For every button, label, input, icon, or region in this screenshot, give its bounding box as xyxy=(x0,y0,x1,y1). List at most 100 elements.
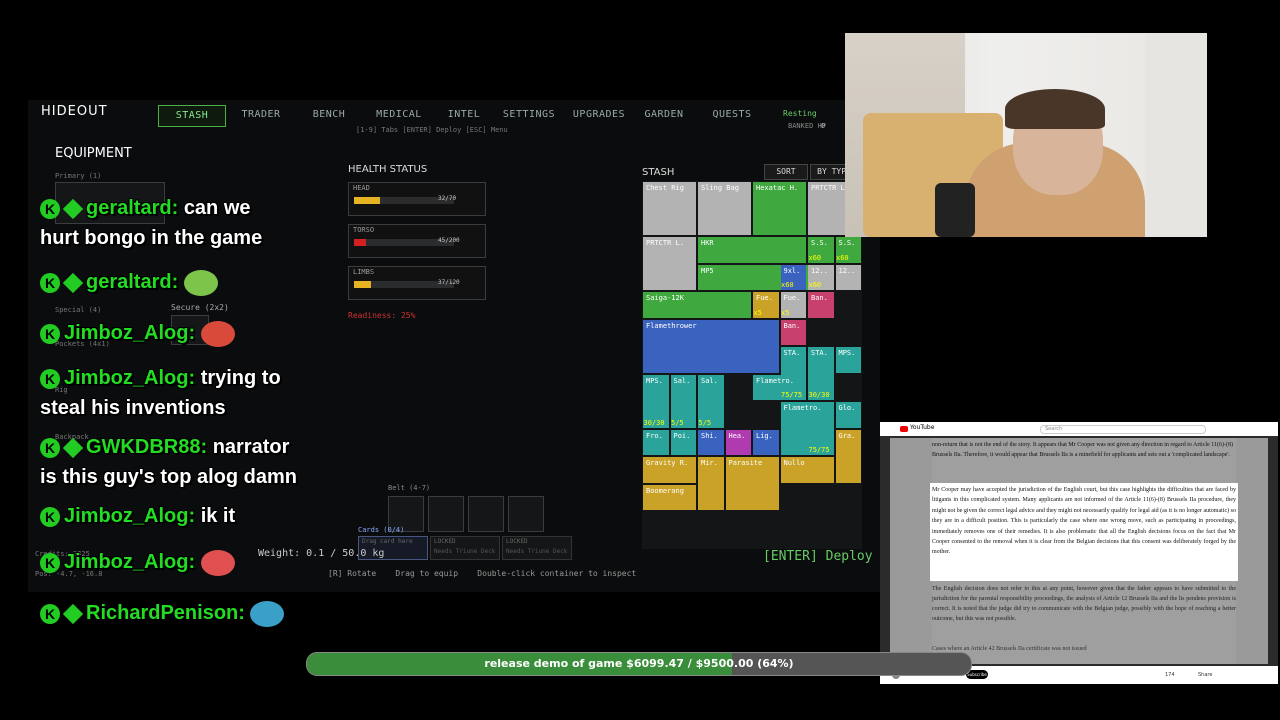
chat-message: Kgeraltard: xyxy=(40,267,218,297)
stash-item[interactable]: Gra. xyxy=(835,429,861,483)
stash-item[interactable]: Nullo xyxy=(780,457,834,483)
chat-text-cont: is this guy's top alog damn xyxy=(40,466,298,488)
video-frame[interactable]: non-return that is not the end of the st… xyxy=(890,438,1268,664)
cards-label: Cards (0/4) xyxy=(358,526,405,534)
stash-item[interactable]: Saiga-12K xyxy=(643,292,751,318)
stash-item[interactable]: Shi. xyxy=(698,429,724,455)
stash-item-count: 30/30 xyxy=(643,418,665,427)
stash-item[interactable]: Poi. xyxy=(670,429,696,455)
chat-message: K Jimboz_Alog: ik it xyxy=(40,501,235,531)
stash-item[interactable]: Ban. xyxy=(780,319,806,345)
card-slot-top-text: LOCKED xyxy=(506,538,528,545)
stash-item[interactable]: Glo. xyxy=(835,402,861,428)
stash-item-count: 30/30 xyxy=(808,391,830,399)
chat-badge-icon: K xyxy=(40,368,60,389)
doc-next-heading: Cases where an Article 42 Brussels IIa c… xyxy=(932,646,1087,652)
stash-item[interactable]: PRTCTR L. xyxy=(643,237,696,290)
stash-title: STASH xyxy=(642,167,675,178)
game-title: HIDEOUT xyxy=(41,104,108,119)
chat-message: K RichardPenison: xyxy=(40,598,285,628)
stash-item[interactable]: Hexatac H. xyxy=(753,182,806,235)
youtube-logo-icon xyxy=(900,426,908,432)
tab-stash[interactable]: STASH xyxy=(158,105,226,127)
chat-badge-icon xyxy=(62,198,84,219)
chat-username: Jimboz_Alog: xyxy=(64,367,196,389)
chat-username: Jimboz_Alog: xyxy=(64,322,196,344)
stash-item-count: 75/75 xyxy=(781,391,803,399)
health-part-value: 32/70 xyxy=(438,195,457,202)
card-slot-top-text: Drag card here xyxy=(362,538,413,545)
like-count[interactable]: 174 xyxy=(1165,672,1175,678)
tab-quests[interactable]: QUESTS xyxy=(704,105,760,125)
tab-intel[interactable]: INTEL xyxy=(436,105,492,125)
tab-garden[interactable]: GARDEN xyxy=(636,105,692,125)
health-part-name: TORSO xyxy=(353,226,375,234)
weight-text: Weight: 0.1 / 50.0 kg xyxy=(258,548,385,559)
stash-item[interactable]: 12.. xyxy=(835,264,861,290)
health-bar-fill xyxy=(354,239,366,246)
chat-username: geraltard: xyxy=(86,197,179,219)
special-slot-label: Special (4) xyxy=(55,306,102,314)
stash-item[interactable]: Fro. xyxy=(643,429,669,455)
tab-bench[interactable]: BENCH xyxy=(300,105,358,125)
card-slot-top-text: LOCKED xyxy=(434,538,456,545)
chat-badge-icon xyxy=(62,603,84,624)
frog-emote xyxy=(183,269,218,296)
chat-text: narrator xyxy=(212,436,290,458)
chat-text: can we xyxy=(183,197,251,219)
chat-badge-icon: K xyxy=(40,603,60,624)
secure-slot-label: Secure (2x2) xyxy=(171,303,229,312)
sort-button[interactable]: SORT xyxy=(764,164,808,180)
stash-item[interactable]: Mir. xyxy=(698,457,724,510)
youtube-window: YouTube Search non-return that is not th… xyxy=(880,422,1278,684)
stash-item-count: x60 xyxy=(808,253,822,262)
chat-message: K Jimboz_Alog: trying to steal his inventi… xyxy=(40,363,281,423)
tab-trader[interactable]: TRADER xyxy=(231,105,291,125)
doc-paragraph-top: non-return that is not the end of the st… xyxy=(932,442,1233,458)
readiness-text: Readiness: 25% xyxy=(348,311,416,320)
belt-slot[interactable] xyxy=(428,496,464,532)
stash-item[interactable]: Parasite xyxy=(725,457,779,510)
belt-label: Belt (4-7) xyxy=(388,484,431,492)
card-slot-bottom-text: Needs Triune Deck xyxy=(434,548,496,555)
share-button[interactable]: Share xyxy=(1198,672,1212,678)
belt-slot[interactable] xyxy=(508,496,544,532)
stash-item-count: x5 xyxy=(781,308,790,317)
goal-progress-bar: release demo of game $6099.47 / $9500.00… xyxy=(306,652,972,676)
stash-item[interactable]: Hea. xyxy=(725,429,751,455)
stash-item[interactable]: Boomerang xyxy=(643,484,696,510)
stash-item[interactable]: MPS. xyxy=(835,347,861,373)
stash-item[interactable]: Chest Rig xyxy=(643,182,696,235)
mario-emote xyxy=(200,549,235,576)
health-bar-fill xyxy=(354,281,371,288)
tab-upgrades[interactable]: UPGRADES xyxy=(568,105,630,125)
chat-badge-icon: K xyxy=(40,272,60,293)
tab-medical[interactable]: MEDICAL xyxy=(368,105,430,125)
stash-item[interactable]: Sling Bag xyxy=(698,182,751,235)
stash-item[interactable]: Flamethrower xyxy=(643,319,779,373)
screaming-frog-emote xyxy=(200,320,235,347)
belt-slot[interactable] xyxy=(468,496,504,532)
stash-item[interactable]: Lig. xyxy=(753,429,779,455)
chat-text: trying to xyxy=(200,367,281,389)
chat-message: K Jimboz_Alog: xyxy=(40,547,235,577)
doc-paragraph-main: Mr Cooper may have accepted the jurisdic… xyxy=(932,487,1236,556)
yt-search-input[interactable]: Search xyxy=(1040,425,1206,434)
tab-settings[interactable]: SETTINGS xyxy=(497,105,561,125)
wall-light xyxy=(1145,33,1207,237)
stash-item-count: 5/5 xyxy=(698,418,712,427)
chat-message: K GWKDBR88: narrator is this guy's top alo… xyxy=(40,432,297,492)
banked-hp-value: 0 xyxy=(821,122,826,130)
primary-slot-label: Primary (1) xyxy=(55,172,102,180)
chat-username: RichardPenison: xyxy=(86,602,245,624)
chat-message: Kgeraltard: can we hurt bongo in the game xyxy=(40,193,262,253)
chat-badge-icon: K xyxy=(40,323,60,344)
health-part-name: HEAD xyxy=(353,184,370,192)
stash-item[interactable]: HKR xyxy=(698,237,806,263)
chat-username: GWKDBR88: xyxy=(86,436,208,458)
stash-item[interactable]: Gravity R. xyxy=(643,457,696,483)
stash-grid[interactable]: Chest Rig Sling Bag Hexatac H. PRTCTR L. PRT… xyxy=(642,181,862,549)
deploy-button[interactable]: [ENTER] Deploy xyxy=(763,549,873,564)
help-line: [1-9] Tabs [ENTER] Deploy [ESC] Menu xyxy=(356,126,508,134)
stash-item[interactable]: Ban. xyxy=(808,292,834,318)
